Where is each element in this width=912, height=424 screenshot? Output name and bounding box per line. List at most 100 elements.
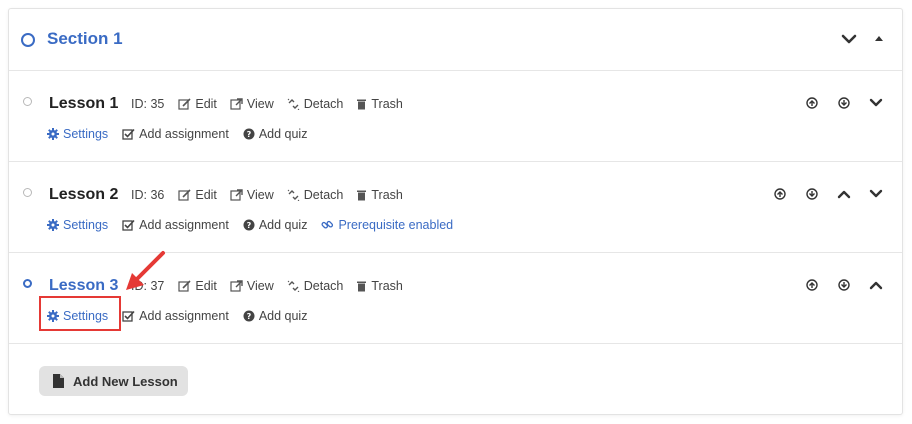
question-circle-icon: ? — [243, 310, 255, 322]
add-quiz-label: Add quiz — [258, 127, 308, 141]
collapse-up-button[interactable] — [864, 275, 888, 295]
add-assignment-label: Add assignment — [139, 309, 229, 323]
view-link[interactable]: View — [230, 279, 274, 293]
svg-text:?: ? — [246, 130, 251, 139]
add-quiz-label: Add quiz — [258, 218, 308, 232]
chevron-down-icon — [869, 98, 883, 107]
section-status-circle-icon — [21, 33, 35, 47]
add-assignment-label: Add assignment — [139, 218, 229, 232]
trash-link[interactable]: Trash — [356, 97, 403, 111]
trash-link[interactable]: Trash — [356, 279, 403, 293]
section-caret-up-icon[interactable] — [871, 29, 887, 49]
prerequisite-link[interactable]: Prerequisite enabled — [321, 218, 453, 232]
svg-text:?: ? — [246, 221, 251, 230]
lesson-controls — [792, 93, 888, 113]
unlink-icon — [287, 280, 300, 292]
lesson-id: ID: 36 — [131, 188, 165, 202]
arrow-circle-up-icon — [806, 97, 818, 109]
detach-link[interactable]: Detach — [287, 188, 344, 202]
lesson-row-1: Lesson 1 ID: 35 Edit View Detach Trash S… — [9, 71, 902, 162]
edit-link[interactable]: Edit — [178, 279, 217, 293]
settings-highlight-box — [39, 296, 121, 331]
unlink-icon — [287, 98, 300, 110]
checkbox-icon — [122, 219, 135, 231]
settings-link[interactable]: Settings — [47, 127, 108, 141]
move-up-button[interactable] — [800, 275, 824, 295]
edit-icon — [178, 280, 191, 292]
lesson-links: Settings Add assignment ? Add quiz — [47, 127, 321, 141]
svg-text:?: ? — [246, 312, 251, 321]
add-assignment-link[interactable]: Add assignment — [122, 218, 229, 232]
view-label: View — [246, 97, 274, 111]
section-collapse-chevron-down-icon[interactable] — [839, 29, 859, 49]
add-quiz-link[interactable]: ? Add quiz — [243, 127, 308, 141]
file-icon — [53, 374, 64, 388]
move-down-button[interactable] — [832, 275, 856, 295]
add-assignment-link[interactable]: Add assignment — [122, 309, 229, 323]
lesson-row-2: Lesson 2 ID: 36 Edit View Detach Trash S… — [9, 162, 902, 253]
lesson-status-dot-icon — [23, 188, 32, 197]
edit-label: Edit — [195, 279, 217, 293]
arrow-circle-up-icon — [806, 279, 818, 291]
gear-icon — [47, 128, 59, 140]
detach-label: Detach — [303, 97, 344, 111]
move-up-button[interactable] — [768, 184, 792, 204]
move-down-button[interactable] — [832, 93, 856, 113]
move-down-button[interactable] — [800, 184, 824, 204]
external-link-icon — [230, 189, 243, 201]
move-up-button[interactable] — [800, 93, 824, 113]
chevron-down-icon — [869, 189, 883, 198]
detach-link[interactable]: Detach — [287, 279, 343, 293]
question-circle-icon: ? — [243, 128, 255, 140]
checkbox-icon — [122, 128, 135, 140]
settings-label: Settings — [63, 218, 109, 232]
gear-icon — [47, 219, 59, 231]
add-quiz-label: Add quiz — [258, 309, 308, 323]
lesson-controls — [792, 275, 888, 295]
collapse-up-button[interactable] — [832, 184, 856, 204]
section-title[interactable]: Section 1 — [47, 29, 123, 49]
add-quiz-link[interactable]: ? Add quiz — [243, 218, 308, 232]
detach-label: Detach — [303, 188, 344, 202]
lesson-title[interactable]: Lesson 3 — [49, 277, 118, 295]
add-assignment-label: Add assignment — [139, 127, 229, 141]
lesson-title[interactable]: Lesson 2 — [49, 186, 118, 204]
lesson-status-dot-icon — [23, 97, 32, 106]
detach-link[interactable]: Detach — [287, 97, 344, 111]
add-assignment-link[interactable]: Add assignment — [122, 127, 229, 141]
view-link[interactable]: View — [230, 97, 274, 111]
lesson-status-dot-icon — [23, 279, 32, 288]
expand-button[interactable] — [864, 184, 888, 204]
settings-link[interactable]: Settings — [47, 218, 108, 232]
arrow-circle-down-icon — [838, 97, 850, 109]
add-new-lesson-button[interactable]: Add New Lesson — [39, 366, 188, 396]
trash-label: Trash — [371, 97, 403, 111]
trash-label: Trash — [371, 188, 403, 202]
lesson-actions: ID: 35 Edit View Detach Trash — [131, 97, 416, 111]
checkbox-icon — [122, 310, 135, 322]
trash-icon — [357, 281, 367, 292]
lesson-title[interactable]: Lesson 1 — [49, 95, 118, 113]
lesson-controls — [760, 184, 888, 204]
edit-link[interactable]: Edit — [178, 97, 217, 111]
trash-link[interactable]: Trash — [356, 188, 403, 202]
edit-link[interactable]: Edit — [178, 188, 217, 202]
section-header: Section 1 — [9, 9, 902, 71]
section-panel: Section 1 Lesson 1 ID: 35 Edit View Deta… — [8, 8, 903, 415]
edit-icon — [178, 189, 191, 201]
add-new-lesson-label: Add New Lesson — [73, 373, 178, 389]
unlink-icon — [287, 189, 300, 201]
trash-label: Trash — [371, 279, 403, 293]
chevron-up-icon — [869, 281, 883, 290]
lesson-row-3: Lesson 3 ID: 37 Edit View Detach Trash S… — [9, 251, 902, 344]
view-label: View — [246, 188, 274, 202]
section-footer: Add New Lesson — [9, 346, 902, 416]
lesson-links: Settings Add assignment ? Add quiz Prere… — [47, 218, 467, 232]
expand-button[interactable] — [864, 93, 888, 113]
add-quiz-link[interactable]: ? Add quiz — [243, 309, 308, 323]
arrow-circle-up-icon — [774, 188, 786, 200]
trash-icon — [357, 99, 367, 110]
external-link-icon — [230, 98, 243, 110]
view-link[interactable]: View — [230, 188, 274, 202]
arrow-circle-down-icon — [806, 188, 818, 200]
